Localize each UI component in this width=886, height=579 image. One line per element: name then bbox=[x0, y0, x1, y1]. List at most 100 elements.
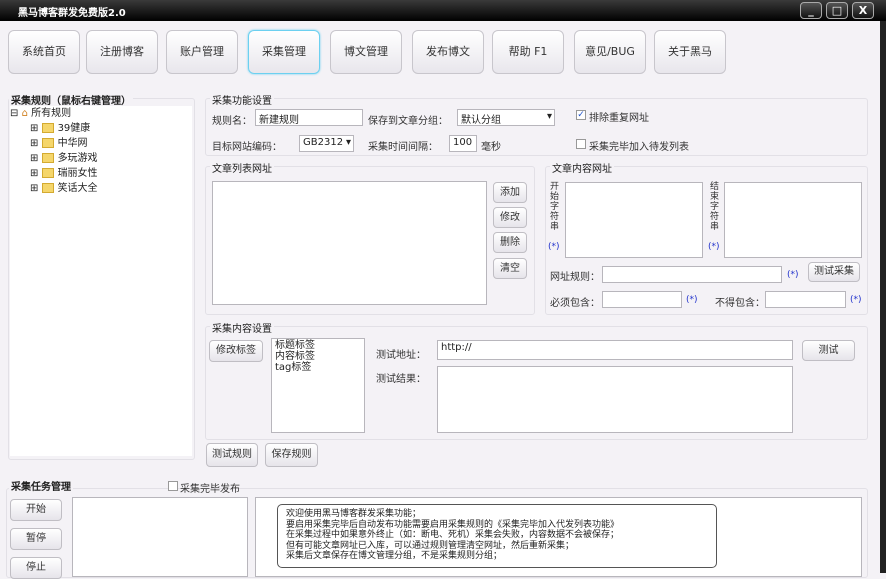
content-urls-title: 文章内容网址 bbox=[550, 160, 614, 175]
save-group-select[interactable]: 默认分组 ▾ bbox=[457, 109, 555, 126]
tag-item[interactable]: 内容标签 bbox=[275, 351, 361, 362]
tab-register-blog[interactable]: 注册博客 bbox=[86, 30, 158, 74]
clear-urls-button[interactable]: 清空 bbox=[493, 258, 527, 279]
test-button[interactable]: 测试 bbox=[802, 340, 855, 361]
tree-root-label: 所有规则 bbox=[31, 108, 72, 119]
tree-item-label: 瑞丽女性 bbox=[57, 168, 98, 179]
edit-url-button[interactable]: 修改 bbox=[493, 207, 527, 228]
pause-button[interactable]: 暂停 bbox=[10, 528, 62, 550]
rule-name-label: 规则名： bbox=[212, 116, 252, 127]
encoding-value: GB2312 bbox=[303, 137, 344, 148]
must-contain-input[interactable] bbox=[602, 291, 682, 308]
folder-icon bbox=[41, 168, 54, 178]
folder-icon bbox=[41, 183, 54, 193]
log-line: 欢迎使用黑马博客群发采集功能； bbox=[286, 509, 422, 519]
start-marker[interactable]: (*) bbox=[548, 242, 560, 252]
must-not-contain-marker[interactable]: (*) bbox=[850, 295, 862, 305]
test-url-label: 测试地址： bbox=[376, 350, 426, 361]
dedupe-label: 排除重复网址 bbox=[589, 113, 649, 124]
save-group-value: 默认分组 bbox=[461, 115, 501, 126]
tree-item-label: 中华网 bbox=[57, 138, 88, 149]
rules-title: 采集规则（鼠标右键管理） bbox=[9, 92, 133, 107]
function-settings-title: 采集功能设置 bbox=[210, 92, 274, 107]
add-to-queue-label: 采集完毕加入待发列表 bbox=[589, 142, 689, 153]
test-result-label: 测试结果： bbox=[376, 374, 426, 385]
encoding-select[interactable]: GB2312 ▾ bbox=[299, 135, 354, 152]
url-rule-label: 网址规则： bbox=[550, 272, 600, 283]
tab-help[interactable]: 帮助 F1 bbox=[492, 30, 564, 74]
maximize-button[interactable]: □ bbox=[826, 2, 848, 19]
list-urls-textarea[interactable] bbox=[212, 181, 487, 305]
end-marker[interactable]: (*) bbox=[708, 242, 720, 252]
minimize-button[interactable]: _ bbox=[800, 2, 822, 19]
start-string-textarea[interactable] bbox=[565, 182, 703, 258]
window-edge bbox=[880, 21, 886, 573]
tasks-title: 采集任务管理 bbox=[9, 478, 73, 493]
log-line: 但有可能文章网址已入库，可以通过规则管理清空网址，然后重新采集； bbox=[286, 540, 575, 551]
tab-collection[interactable]: 采集管理 bbox=[248, 30, 320, 74]
url-rule-input[interactable] bbox=[602, 266, 782, 283]
test-url-input[interactable]: http:// bbox=[437, 340, 793, 360]
publish-after-label: 采集完毕发布 bbox=[180, 484, 240, 495]
end-string-textarea[interactable] bbox=[724, 182, 862, 258]
tab-home[interactable]: 系统首页 bbox=[8, 30, 80, 74]
save-rule-button[interactable]: 保存规则 bbox=[265, 443, 318, 467]
tree-root[interactable]: ⊟ ⌂ 所有规则 bbox=[10, 106, 192, 121]
encoding-label: 目标网站编码： bbox=[212, 142, 282, 153]
save-group-label: 保存到文章分组： bbox=[368, 116, 448, 127]
tab-articles[interactable]: 博文管理 bbox=[330, 30, 402, 74]
close-button[interactable]: X bbox=[852, 2, 874, 19]
tab-accounts[interactable]: 账户管理 bbox=[166, 30, 238, 74]
must-not-contain-input[interactable] bbox=[765, 291, 846, 308]
tree-item[interactable]: ⊞ 多玩游戏 bbox=[10, 151, 192, 166]
log-panel[interactable]: 欢迎使用黑马博客群发采集功能； 要启用采集完毕后自动发布功能需要启用采集规则的《… bbox=[255, 497, 862, 577]
tree-item[interactable]: ⊞ 瑞丽女性 bbox=[10, 166, 192, 181]
rule-name-input[interactable]: 新建规则 bbox=[255, 109, 363, 126]
stop-button[interactable]: 停止 bbox=[10, 557, 62, 579]
log-line: 采集后文章保存在博文管理分组，不是采集规则分组； bbox=[286, 551, 503, 561]
list-urls-title: 文章列表网址 bbox=[210, 160, 274, 175]
tab-about[interactable]: 关于黑马 bbox=[654, 30, 726, 74]
tree-item[interactable]: ⊞ 笑话大全 bbox=[10, 181, 192, 196]
tag-item[interactable]: tag标签 bbox=[275, 362, 361, 373]
rules-tree[interactable]: ⊟ ⌂ 所有规则 ⊞ 39健康 ⊞ 中华网 ⊞ 多玩游戏 ⊞ 瑞丽女性 ⊞ 笑话… bbox=[10, 106, 192, 456]
end-string-label: 结束字符串 bbox=[710, 182, 720, 232]
content-settings-title: 采集内容设置 bbox=[210, 320, 274, 335]
dedupe-checkbox[interactable]: ✓ bbox=[576, 110, 586, 120]
task-list[interactable] bbox=[72, 497, 248, 577]
interval-label: 采集时间间隔： bbox=[368, 142, 438, 153]
start-button[interactable]: 开始 bbox=[10, 499, 62, 521]
log-line: 在采集过程中如果意外终止（如：断电、死机）采集会失败，内容数据不会被保存； bbox=[286, 530, 620, 540]
edit-tags-button[interactable]: 修改标签 bbox=[209, 340, 263, 362]
tab-feedback[interactable]: 意见/BUG bbox=[574, 30, 646, 74]
tree-item-label: 多玩游戏 bbox=[57, 153, 98, 164]
add-url-button[interactable]: 添加 bbox=[493, 182, 527, 203]
folder-icon bbox=[41, 153, 54, 163]
folder-icon bbox=[41, 138, 54, 148]
tree-item[interactable]: ⊞ 中华网 bbox=[10, 136, 192, 151]
chevron-down-icon: ▾ bbox=[345, 137, 351, 148]
delete-url-button[interactable]: 删除 bbox=[493, 232, 527, 253]
log-line: 要启用采集完毕后自动发布功能需要启用采集规则的《采集完毕加入代发列表功能》 bbox=[286, 519, 620, 530]
interval-input[interactable]: 100 bbox=[449, 135, 477, 152]
tags-list[interactable]: 标题标签 内容标签 tag标签 bbox=[271, 338, 365, 433]
title-bar: 黑马博客群发免费版2.0 _ □ X bbox=[0, 0, 886, 21]
chevron-down-icon: ▾ bbox=[546, 111, 552, 122]
test-result-textarea[interactable] bbox=[437, 366, 793, 433]
tag-item[interactable]: 标题标签 bbox=[275, 340, 361, 351]
test-collect-button[interactable]: 测试采集 bbox=[808, 262, 860, 282]
log-messages: 欢迎使用黑马博客群发采集功能； 要启用采集完毕后自动发布功能需要启用采集规则的《… bbox=[277, 504, 717, 568]
tree-item-label: 笑话大全 bbox=[57, 183, 98, 194]
add-to-queue-checkbox[interactable] bbox=[576, 139, 586, 149]
url-rule-marker[interactable]: (*) bbox=[787, 270, 799, 280]
publish-after-checkbox[interactable] bbox=[168, 481, 178, 491]
tree-item[interactable]: ⊞ 39健康 bbox=[10, 121, 192, 136]
must-contain-label: 必须包含： bbox=[550, 298, 600, 309]
must-contain-marker[interactable]: (*) bbox=[686, 295, 698, 305]
tab-publish[interactable]: 发布博文 bbox=[412, 30, 484, 74]
interval-unit: 毫秒 bbox=[481, 142, 501, 153]
folder-icon bbox=[41, 123, 54, 133]
start-string-label: 开始字符串 bbox=[550, 182, 560, 232]
tree-item-label: 39健康 bbox=[57, 123, 91, 134]
test-rule-button[interactable]: 测试规则 bbox=[206, 443, 258, 467]
